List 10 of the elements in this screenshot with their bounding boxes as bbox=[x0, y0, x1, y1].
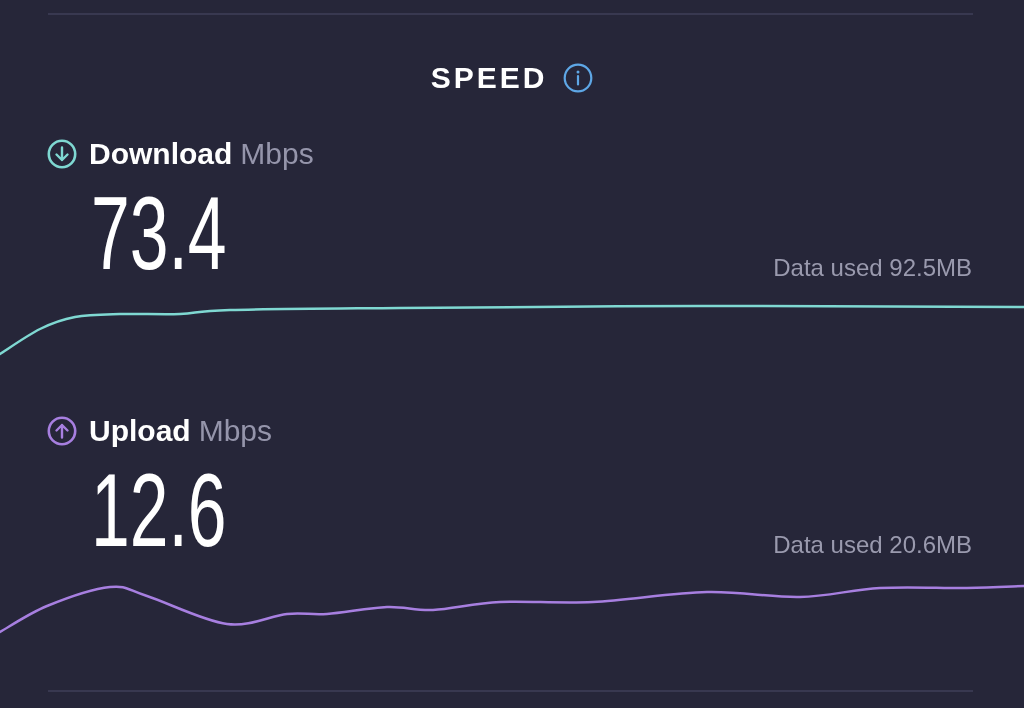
unit-label: Mbps bbox=[198, 413, 273, 449]
data-used-text: Data used 20.6MB bbox=[773, 533, 972, 557]
speed-type-label: Download bbox=[89, 136, 233, 172]
speed-value: 12.6 bbox=[91, 468, 227, 552]
speed-value: 73.4 bbox=[91, 191, 227, 275]
speed-type-label: Upload bbox=[89, 413, 191, 449]
unit-label: Mbps bbox=[240, 136, 314, 172]
data-used-text: Data used 92.5MB bbox=[773, 256, 972, 280]
section-title: SPEED bbox=[430, 60, 548, 96]
info-icon[interactable] bbox=[563, 63, 594, 93]
